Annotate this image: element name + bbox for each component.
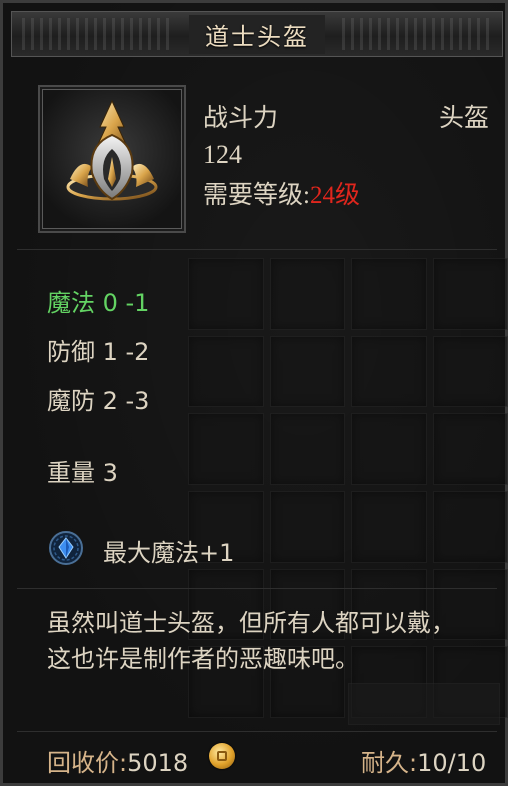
- blue-gem-icon: [49, 531, 83, 565]
- title-bar: 道士头盔: [11, 11, 503, 57]
- divider: [17, 249, 497, 250]
- divider: [17, 731, 497, 732]
- item-tooltip-panel: 道士头盔 战斗力 头盔 124 需要等级:24级 魔法 0 -1 防御 1 -2…: [0, 0, 508, 786]
- item-icon-slot: [38, 85, 186, 233]
- bonus-max-magic: 最大魔法+1: [103, 539, 235, 567]
- item-description: 虽然叫道士头盔，但所有人都可以戴，这也许是制作者的恶趣味吧。: [47, 609, 455, 673]
- requirement-level: 24级: [309, 182, 360, 209]
- durability-value: 10/10: [417, 749, 487, 777]
- background-button-ghost: [348, 683, 500, 725]
- combat-power-value: 124: [203, 140, 242, 169]
- item-title: 道士头盔: [189, 14, 325, 54]
- recycle-price-value: 5018: [127, 749, 189, 777]
- attribute-magic-defense: 魔防 2 -3: [47, 387, 150, 415]
- attribute-defense: 防御 1 -2: [47, 338, 150, 366]
- combat-power-label: 战斗力: [203, 105, 279, 132]
- recycle-price-label: 回收价:: [47, 749, 128, 777]
- recycle-price: 回收价:5018: [47, 743, 188, 778]
- requirement-label: 需要等级:: [203, 182, 310, 209]
- attribute-weight: 重量 3: [47, 459, 118, 487]
- helmet-icon: [66, 99, 158, 201]
- level-requirement: 需要等级:24级: [203, 175, 360, 211]
- gold-coin-icon: [209, 743, 235, 769]
- attribute-magic: 魔法 0 -1: [47, 289, 150, 317]
- item-type: 头盔: [439, 105, 490, 132]
- durability: 耐久:10/10: [361, 743, 486, 778]
- durability-label: 耐久:: [361, 749, 418, 777]
- divider: [17, 588, 497, 589]
